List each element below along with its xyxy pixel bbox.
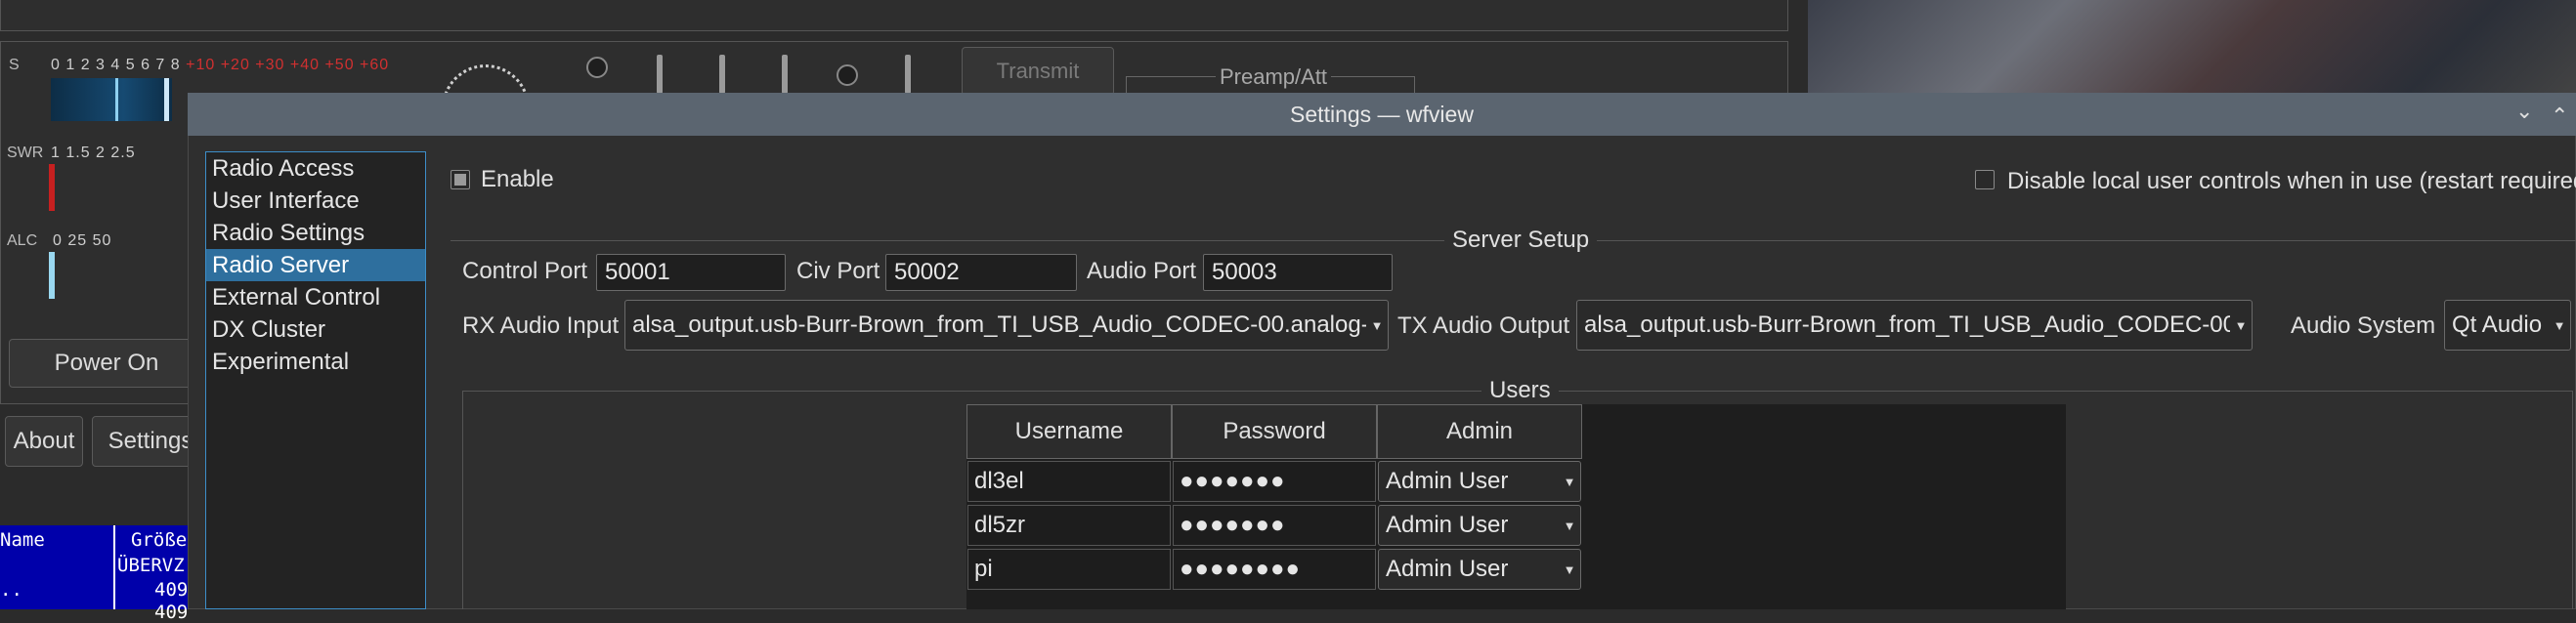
slider-knob-icon[interactable] xyxy=(837,64,858,86)
audio-system-label: Audio System xyxy=(2291,312,2436,339)
chevron-down-icon: ▼ xyxy=(2553,317,2566,333)
alc-meter-label: ALC xyxy=(7,232,38,249)
rx-audio-select[interactable]: alsa_output.usb-Burr-Brown_from_TI_USB_A… xyxy=(624,300,1389,351)
swr-meter-label: SWR xyxy=(7,145,44,161)
terminal-cell: 409 xyxy=(154,579,189,601)
nav-item-radio-settings[interactable]: Radio Settings xyxy=(206,217,425,249)
disable-local-checkbox[interactable] xyxy=(1975,170,1995,189)
transmit-button[interactable]: Transmit xyxy=(962,47,1114,96)
dialog-title: Settings — wfview xyxy=(1290,101,1474,127)
minimize-icon[interactable]: ⌄ xyxy=(2515,99,2533,124)
column-header-admin[interactable]: Admin xyxy=(1377,404,1582,459)
s-meter-level xyxy=(164,78,169,121)
slider-knob-icon[interactable] xyxy=(586,57,608,78)
power-on-button[interactable]: Power On xyxy=(9,339,204,388)
control-port-field[interactable]: 50001 xyxy=(596,254,786,291)
users-title: Users xyxy=(1481,377,1559,404)
chevron-down-icon: ▼ xyxy=(2234,317,2248,333)
enable-checkbox[interactable] xyxy=(451,170,470,189)
preamp-label: Preamp/Att xyxy=(1216,64,1332,90)
terminal-separator xyxy=(113,525,115,609)
chevron-down-icon: ▼ xyxy=(1563,474,1576,489)
password-cell[interactable]: ●●●●●●● xyxy=(1173,461,1376,502)
audio-port-field[interactable]: 50003 xyxy=(1203,254,1393,291)
admin-select[interactable]: Admin User ▼ xyxy=(1378,505,1581,546)
audio-port-label: Audio Port xyxy=(1087,258,1197,284)
settings-nav-list: Radio Access User Interface Radio Settin… xyxy=(205,151,426,609)
username-cell[interactable]: dl5zr xyxy=(967,505,1171,546)
dialog-titlebar[interactable]: Settings — wfview xyxy=(188,93,2576,136)
tx-audio-select[interactable]: alsa_output.usb-Burr-Brown_from_TI_USB_A… xyxy=(1576,300,2253,351)
admin-select[interactable]: Admin User ▼ xyxy=(1378,461,1581,502)
column-header-username[interactable]: Username xyxy=(966,404,1172,459)
rx-audio-label: RX Audio Input xyxy=(462,312,620,339)
nav-item-radio-access[interactable]: Radio Access xyxy=(206,152,425,185)
nav-item-dx-cluster[interactable]: DX Cluster xyxy=(206,313,425,346)
tx-audio-label: TX Audio Output xyxy=(1397,312,1570,339)
enable-label[interactable]: Enable xyxy=(481,166,554,193)
swr-meter-bar xyxy=(49,164,55,211)
password-cell[interactable]: ●●●●●●● xyxy=(1173,505,1376,546)
alc-meter-bar xyxy=(49,252,55,299)
chevron-down-icon: ▼ xyxy=(1563,561,1576,577)
about-button[interactable]: About xyxy=(5,416,83,467)
slider-track[interactable] xyxy=(719,55,725,94)
slider-track[interactable] xyxy=(657,55,663,94)
admin-select[interactable]: Admin User ▼ xyxy=(1378,549,1581,590)
nav-item-radio-server[interactable]: Radio Server xyxy=(206,249,425,281)
slider-track[interactable] xyxy=(782,55,788,94)
desktop-wallpaper xyxy=(1808,0,2576,98)
s-meter-peak xyxy=(115,78,118,121)
disable-local-label[interactable]: Disable local user controls when in use … xyxy=(2007,168,2576,195)
audio-system-select[interactable]: Qt Audio ▼ xyxy=(2444,300,2571,351)
slider-track[interactable] xyxy=(905,55,911,94)
terminal-cell: 409 xyxy=(154,602,189,623)
chevron-down-icon: ▼ xyxy=(1370,317,1384,333)
nav-item-user-interface[interactable]: User Interface xyxy=(206,185,425,217)
column-header-password[interactable]: Password xyxy=(1172,404,1377,459)
terminal-col1-header: Name xyxy=(0,529,45,551)
terminal-cell: .. xyxy=(0,579,22,601)
s-meter-bar xyxy=(51,78,172,121)
maximize-icon[interactable]: ⌃ xyxy=(2551,104,2568,129)
terminal-window: Name Größe ÜBERVZ .. 409 409 xyxy=(0,525,195,623)
chevron-down-icon: ▼ xyxy=(1563,518,1576,533)
password-cell[interactable]: ●●●●●●●● xyxy=(1173,549,1376,590)
s-meter-ticks: 0 1 2 3 4 5 6 7 8 +10 +20 +30 +40 +50 +6… xyxy=(51,57,390,73)
civ-port-label: Civ Port xyxy=(796,258,880,284)
swr-meter-ticks: 1 1.5 2 2.5 xyxy=(51,145,136,161)
control-port-label: Control Port xyxy=(462,258,588,284)
username-cell[interactable]: pi xyxy=(967,549,1171,590)
server-setup-title: Server Setup xyxy=(1444,227,1598,254)
terminal-cell: ÜBERVZ xyxy=(117,555,185,576)
top-input-strip xyxy=(0,0,1788,31)
username-cell[interactable]: dl3el xyxy=(967,461,1171,502)
nav-item-external-control[interactable]: External Control xyxy=(206,281,425,313)
terminal-col2-header: Größe xyxy=(131,529,188,551)
nav-item-experimental[interactable]: Experimental xyxy=(206,346,425,378)
civ-port-field[interactable]: 50002 xyxy=(885,254,1077,291)
s-meter-label: S xyxy=(9,57,20,73)
alc-meter-ticks: 0 25 50 xyxy=(53,232,112,249)
